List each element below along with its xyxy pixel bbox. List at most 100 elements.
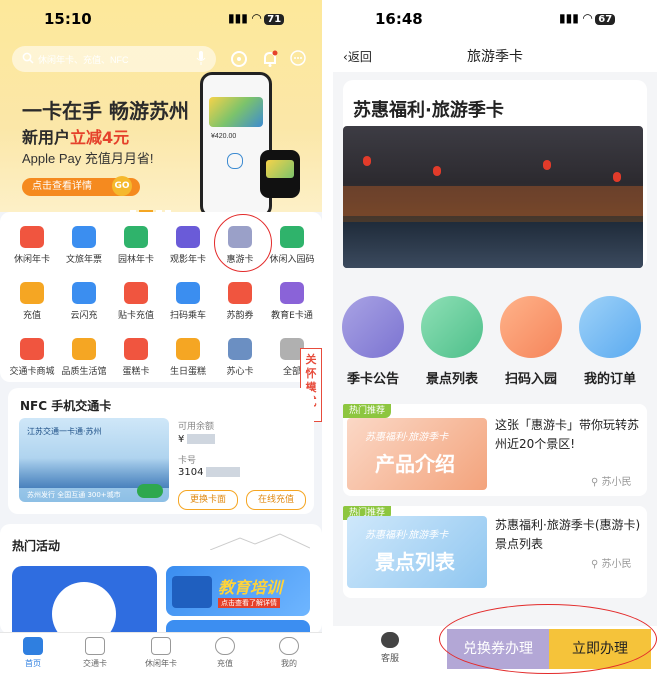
- customer-service-button[interactable]: 客服: [373, 632, 407, 664]
- lantern-glow: [343, 186, 643, 216]
- grid-item-label: 贴卡充值: [117, 311, 154, 321]
- nav-transit-card[interactable]: 交通卡: [70, 637, 120, 669]
- grid-item-cinema-card[interactable]: 观影年卡: [160, 226, 216, 265]
- canal-night-photo: [343, 126, 643, 268]
- activity-transit-banner[interactable]: [12, 566, 157, 646]
- balance-mask: [187, 434, 216, 444]
- wifi-icon: ◠: [252, 11, 262, 25]
- more-options-icon[interactable]: [290, 50, 306, 70]
- menu-my-orders[interactable]: 我的订单: [575, 296, 645, 387]
- list-thumbnail: 苏惠福利·旅游季卡 景点列表: [347, 516, 487, 588]
- nav-recharge[interactable]: 充值: [200, 637, 250, 669]
- notification-bell-icon[interactable]: [262, 50, 278, 72]
- grid-item-scan-ride[interactable]: 扫码乘车: [160, 282, 216, 321]
- status-time: 15:10: [44, 10, 92, 28]
- grid-item-suyun-coupon[interactable]: 苏韵券: [212, 282, 268, 321]
- cake-card-icon: [124, 338, 148, 360]
- nav-annual-card[interactable]: 休闲年卡: [136, 637, 186, 669]
- nav-profile[interactable]: 我的: [264, 637, 314, 669]
- grid-item-cake-card[interactable]: 蛋糕卡: [108, 338, 164, 377]
- scan-icon[interactable]: [230, 50, 248, 72]
- nav-home[interactable]: 首页: [8, 637, 58, 669]
- transit-card-image[interactable]: 江苏交通一卡通·苏州 苏州发行 全国互通 300+城市: [19, 418, 169, 502]
- intro-text: 这张「惠游卡」带你玩转苏州近20个景区!: [495, 418, 640, 451]
- canal-water: [343, 222, 643, 268]
- transit-card-title: 江苏交通一卡通·苏州: [27, 427, 102, 436]
- search-bar[interactable]: 休闲年卡、充值、NFC: [12, 46, 216, 72]
- suxin-card-icon: [228, 338, 252, 360]
- megaphone-icon: [342, 296, 404, 358]
- grid-item-tap-recharge[interactable]: 贴卡充值: [108, 282, 164, 321]
- menu-scan-entry[interactable]: 扫码入园: [496, 296, 566, 387]
- education-title: 教育培训: [218, 578, 283, 597]
- status-icons-right: ▮▮▮ ◠ 67: [559, 11, 616, 25]
- banner-subtitle-prefix: 新用户: [22, 128, 71, 147]
- grid-item-travel-ticket[interactable]: 文旅年票: [56, 226, 112, 265]
- banner-go-badge[interactable]: GO: [112, 176, 132, 196]
- grid-item-cloud-recharge[interactable]: 云闪充: [56, 282, 112, 321]
- left-screen: 15:10 ▮▮▮ ◠ 71 休闲年卡、充值、NFC 一卡在手 畅游苏州 新用户立…: [0, 0, 322, 675]
- banner-title: 一卡在手 畅游苏州: [22, 99, 189, 123]
- list-text: 苏惠福利·旅游季卡(惠游卡)景点列表: [495, 518, 641, 551]
- yuan-icon: [215, 637, 235, 655]
- wifi-icon-right: ◠: [583, 11, 593, 25]
- card-number-label: 卡号: [178, 456, 197, 466]
- education-banner[interactable]: 教育培训 点击查看了解详情: [166, 566, 310, 616]
- grid-item-label: 苏韵券: [226, 311, 254, 321]
- mountain-decoration: [209, 532, 311, 551]
- menu-attractions[interactable]: 景点列表: [417, 296, 487, 387]
- watch-illustration: [260, 150, 300, 198]
- grid-item-label: 文旅年票: [65, 255, 102, 265]
- grid-item-label: 品质生活馆: [61, 367, 107, 377]
- grid-item-label: 生日蛋糕: [169, 367, 206, 377]
- temple-icon: [421, 296, 483, 358]
- activity-title: 热门活动: [12, 539, 61, 553]
- banner-pagination: [130, 198, 190, 213]
- cinema-card-icon: [176, 226, 200, 248]
- microphone-icon[interactable]: [196, 51, 206, 69]
- grid-item-quality-life[interactable]: 品质生活馆: [56, 338, 112, 377]
- card-number-value: 3104: [178, 467, 241, 478]
- home-icon: [23, 637, 43, 655]
- lantern-3: [543, 160, 551, 170]
- grid-item-annual-pass[interactable]: 休闲年卡: [4, 226, 60, 265]
- balance-value: ¥: [178, 434, 216, 445]
- menu-scan-entry-label: 扫码入园: [504, 372, 557, 387]
- change-card-face-button[interactable]: 更换卡面: [178, 490, 238, 510]
- grid-item-label: 苏心卡: [226, 367, 254, 377]
- cloud-recharge-icon: [72, 282, 96, 304]
- travel-ticket-icon: [72, 226, 96, 248]
- transit-card-footer: 苏州发行 全国互通 300+城市: [27, 491, 121, 499]
- grid-item-education-card[interactable]: 教育E卡通: [264, 282, 320, 321]
- bus-icon: [85, 637, 105, 655]
- balance-label: 可用余额: [178, 422, 215, 432]
- menu-announcement[interactable]: 季卡公告: [338, 296, 408, 387]
- grid-item-label: 园林年卡: [117, 255, 154, 265]
- grid-item-garden-card[interactable]: 园林年卡: [108, 226, 164, 265]
- user-icon: ⚲: [591, 477, 602, 488]
- battery-icon: 71: [264, 14, 285, 25]
- grid-item-label: 教育E卡通: [271, 311, 313, 321]
- phone-amount: ¥420.00: [211, 133, 237, 140]
- card-logo-badge: [137, 484, 163, 498]
- banner-discount: 立减4元: [70, 128, 130, 147]
- garden-card-icon: [124, 226, 148, 248]
- status-time-right: 16:48: [375, 10, 423, 28]
- document-icon: [579, 296, 641, 358]
- right-screen: 16:48 ▮▮▮ ◠ 67 ‹返回 旅游季卡 苏惠福利·旅游季卡 季卡公告 景点…: [333, 0, 657, 675]
- grid-item-transit-mall[interactable]: 交通卡商城: [4, 338, 60, 377]
- entry-code-icon: [280, 226, 304, 248]
- online-recharge-button[interactable]: 在线充值: [246, 490, 306, 510]
- nav-recharge-label: 充值: [217, 659, 233, 668]
- grid-item-label: 蛋糕卡: [122, 367, 150, 377]
- list-thumb-brand: 苏惠福利·旅游季卡: [365, 530, 449, 541]
- grid-item-birthday-cake[interactable]: 生日蛋糕: [160, 338, 216, 377]
- service-grid-items: 休闲年卡 文旅年票 园林年卡 观影年卡 惠游卡 休闲入园码 充值 云闪充 贴卡充值 扫码乘车 苏韵券…: [0, 212, 322, 382]
- grid-item-suxin-card[interactable]: 苏心卡: [212, 338, 268, 377]
- grid-item-label: 观影年卡: [169, 255, 206, 265]
- grid-item-recharge[interactable]: 充值: [4, 282, 60, 321]
- grid-item-entry-code[interactable]: 休闲入园码: [264, 226, 320, 265]
- scan-ride-icon: [176, 282, 200, 304]
- menu-attractions-label: 景点列表: [425, 372, 478, 387]
- list-thumb-label: 景点列表: [375, 550, 455, 574]
